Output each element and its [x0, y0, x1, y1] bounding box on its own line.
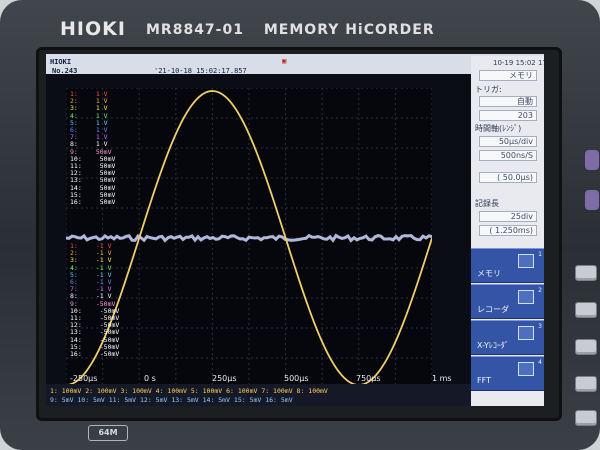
function-button-xy-recorder[interactable]: 3 X-Yﾚｺｰﾀﾞ [471, 320, 544, 355]
channel-range-item: 16: 50mV [70, 198, 115, 206]
channel-range: 50mV [99, 198, 116, 206]
function-button-fft[interactable]: 4 FFT [471, 356, 544, 391]
x-tick-500us: 500μs [284, 374, 309, 383]
bottom-status-bar: 1: 100mV 2: 100mV 3: 100mV 4: 100mV 5: 1… [46, 384, 471, 406]
trigger-count-field[interactable]: 203 [479, 110, 537, 121]
x-tick-1ms: 1 ms [432, 374, 452, 383]
function-key-1[interactable] [575, 265, 597, 281]
xy-recorder-icon [518, 326, 534, 340]
mode-field[interactable]: メモリ [479, 70, 537, 81]
panel-datetime: 10-19 15:02 17 [493, 59, 544, 67]
side-button-purple-2[interactable] [585, 190, 599, 210]
x-tick-0s: 0 s [144, 374, 156, 383]
waveform-svg [65, 87, 433, 389]
bottom-status-row1: 1: 100mV 2: 100mV 3: 100mV 4: 100mV 5: 1… [50, 387, 328, 395]
function-key-3[interactable] [575, 339, 597, 355]
model-label: MR8847-01 MEMORY HiCORDER [146, 22, 435, 38]
memory-icon [518, 254, 534, 268]
status-alert-icon: ▣ [282, 57, 287, 65]
trigger-mode-field[interactable]: 自動 [479, 96, 537, 107]
record-number: No.243 [52, 67, 78, 75]
sampling-field[interactable]: 500ns/S [479, 150, 537, 161]
bottom-status-row2: 9: 5mV 10: 5mV 11: 5mV 12: 5mV 13: 5mV 1… [50, 396, 293, 404]
time-axis-label: 時間軸(ﾚﾝｼﾞ) [475, 124, 522, 133]
waveform-plot[interactable] [65, 87, 433, 389]
product-name: MEMORY HiCORDER [263, 22, 435, 38]
record-duration-field[interactable]: ( 1.250ms) [479, 225, 537, 236]
fbtn-label: X-Yﾚｺｰﾀﾞ [477, 341, 509, 350]
settings-panel: 10-19 15:02 17 メモリ トリガ: 自動 203 時間軸(ﾚﾝｼﾞ)… [471, 56, 544, 406]
channel-number: 16: [70, 198, 82, 206]
brand-logo: HIOKI [60, 18, 126, 40]
function-button-recorder[interactable]: 2 レコーダ [471, 284, 544, 319]
time-per-div-field[interactable]: 50μs/div [479, 136, 537, 147]
subrange-field[interactable]: ( 50.0μs) [479, 172, 537, 183]
fft-icon [518, 362, 534, 376]
record-timestamp: '21-10-18 15:02:17.857 [154, 67, 247, 75]
lcd-screen: HIOKI No.243 '21-10-18 15:02:17.857 ▣ 1:… [46, 54, 544, 406]
channel-range-item: 16: -50mV [70, 350, 119, 358]
function-key-2[interactable] [575, 302, 597, 318]
x-tick-250us: 250μs [212, 374, 237, 383]
fbtn-number: 3 [538, 323, 542, 330]
function-button-memory[interactable]: 1 メモリ [471, 248, 544, 283]
x-tick-750us: 750μs [356, 374, 381, 383]
channel-number: 16: [70, 350, 82, 358]
record-length-label: 記録長 [475, 199, 499, 208]
memory-hicorder-device: HIOKI MR8847-01 MEMORY HiCORDER HIOKI No… [0, 0, 600, 450]
side-button-purple-1[interactable] [585, 150, 599, 170]
screen-header: HIOKI No.243 '21-10-18 15:02:17.857 ▣ [46, 54, 544, 75]
trigger-label: トリガ: [475, 85, 502, 94]
x-tick-neg250us: -250μs [70, 374, 98, 383]
memory-capacity-label: 64M [88, 425, 128, 441]
fbtn-label: FFT [477, 376, 491, 385]
record-length-field[interactable]: 25div [479, 211, 537, 222]
recorder-icon [518, 290, 534, 304]
fbtn-number: 4 [538, 359, 542, 366]
screen-logo: HIOKI [50, 58, 72, 66]
fbtn-number: 1 [538, 251, 542, 258]
function-key-5[interactable] [575, 410, 597, 426]
fbtn-number: 2 [538, 287, 542, 294]
fbtn-label: メモリ [477, 269, 501, 278]
function-key-4[interactable] [575, 376, 597, 392]
channel-range: -50mV [99, 350, 120, 358]
fbtn-label: レコーダ [477, 305, 509, 314]
model-number: MR8847-01 [146, 22, 244, 38]
